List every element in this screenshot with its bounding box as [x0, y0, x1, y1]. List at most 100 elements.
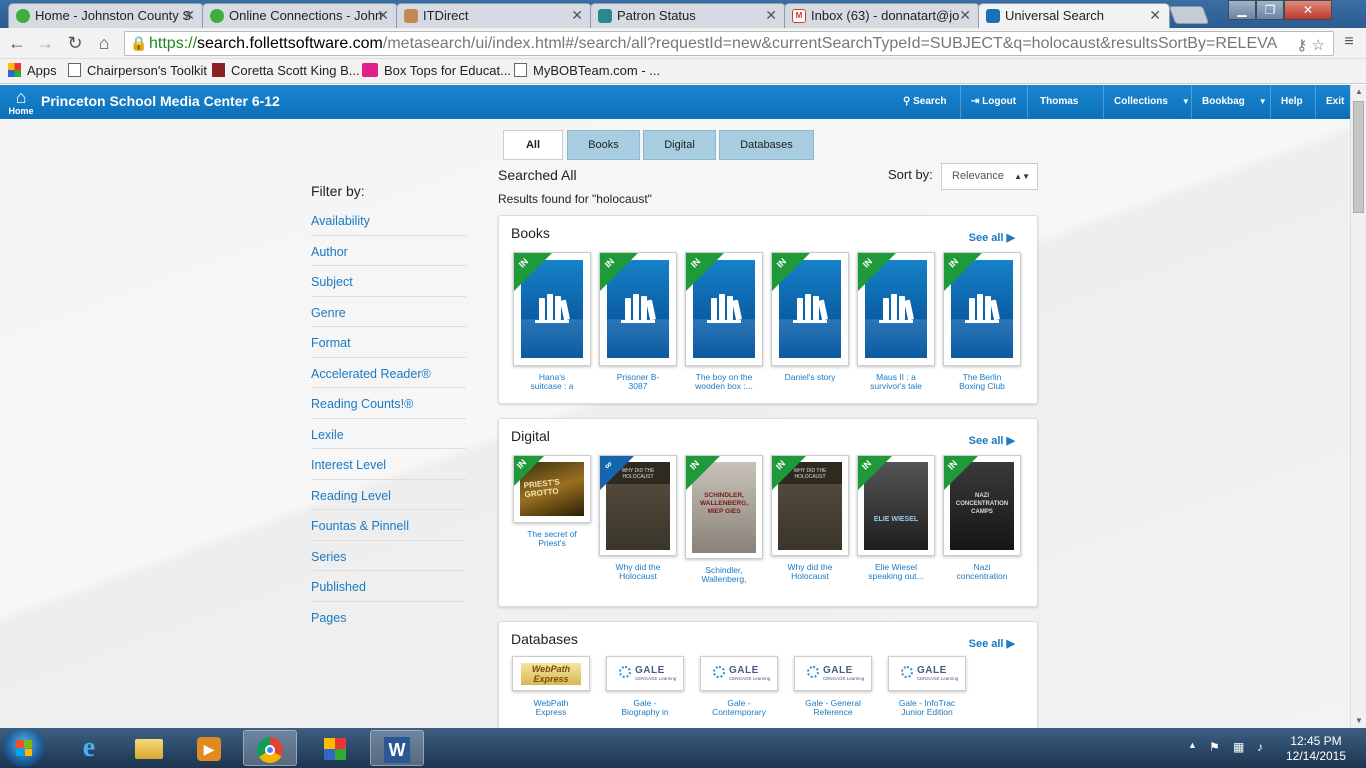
sort-select[interactable]: Relevance ▲▼ [941, 163, 1038, 190]
database-item[interactable]: WebPath Express WebPath Express [512, 656, 590, 717]
nav-collections[interactable]: Collections ▼ [1103, 85, 1200, 119]
filter-reading-counts[interactable]: Reading Counts!® [311, 388, 466, 419]
bookmark-chairperson[interactable]: Chairperson's Toolkit [68, 63, 207, 78]
nav-label: Help [1281, 96, 1303, 107]
minimize-button[interactable]: ▁ [1228, 0, 1256, 20]
book-item[interactable]: IN The Berlin Boxing Club [943, 252, 1021, 391]
start-button[interactable] [4, 729, 44, 767]
book-item[interactable]: IN The boy on the wooden box :... [685, 252, 763, 391]
browser-tab-itdirect[interactable]: ITDirect ✕ [396, 3, 592, 28]
chrome-icon[interactable] [243, 730, 297, 766]
book-item[interactable]: IN Prisoner B- 3087 [599, 252, 677, 391]
volume-icon[interactable]: ♪ [1257, 740, 1263, 754]
tab-databases[interactable]: Databases [719, 130, 814, 160]
database-item[interactable]: GALE CENGAGE Learning Gale - Biography in [606, 656, 684, 717]
tab-books[interactable]: Books [567, 130, 640, 160]
browser-tab-patron-status[interactable]: Patron Status ✕ [590, 3, 786, 28]
reload-icon[interactable]: ↻ [64, 33, 86, 54]
filter-subject[interactable]: Subject [311, 266, 466, 297]
close-icon[interactable]: ✕ [1149, 7, 1161, 24]
bookmark-coretta[interactable]: Coretta Scott King B... [212, 63, 360, 78]
new-tab-button[interactable] [1168, 6, 1210, 24]
browser-tab-inbox[interactable]: M Inbox (63) - donnatart@jo ✕ [784, 3, 980, 28]
apps-icon[interactable] [308, 730, 362, 766]
nav-logout[interactable]: ⇥ Logout [960, 85, 1026, 119]
nav-exit[interactable]: Exit [1315, 85, 1354, 119]
browser-tab-home-johnston[interactable]: Home - Johnston County S ✕ [8, 3, 204, 28]
results-for-label: Results found for "holocaust" [498, 192, 652, 206]
window-close-button[interactable]: ✕ [1284, 0, 1332, 20]
close-icon[interactable]: ✕ [959, 7, 971, 24]
star-icon[interactable]: ☆ [1312, 37, 1325, 54]
media-player-icon[interactable]: ▶ [182, 730, 236, 766]
show-hidden-icons[interactable]: ▲ [1188, 740, 1197, 750]
filter-fountas-pinnell[interactable]: Fountas & Pinnell [311, 510, 466, 541]
nav-search[interactable]: ⚲ Search [893, 85, 956, 119]
menu-icon[interactable]: ≡ [1338, 33, 1360, 51]
key-icon[interactable]: ⚷ [1296, 37, 1307, 54]
filter-pages[interactable]: Pages [311, 602, 466, 633]
flag-icon[interactable]: ⚑ [1209, 740, 1220, 754]
close-icon[interactable]: ✕ [377, 7, 389, 24]
home-icon[interactable]: ⌂ [93, 33, 115, 54]
book-item[interactable]: IN Maus II : a survivor's tale [857, 252, 935, 391]
panel-title: Digital [511, 428, 550, 444]
see-all-digital-link[interactable]: See all ▶ [969, 434, 1015, 447]
forward-icon[interactable]: → [34, 33, 56, 54]
digital-item[interactable]: ELIE WIESEL IN Elie Wiesel speaking out..… [857, 455, 935, 581]
tab-label: Home - Johnston County S [35, 8, 192, 23]
scroll-thumb[interactable] [1353, 101, 1364, 213]
ie-icon[interactable]: e [62, 730, 116, 766]
filter-genre[interactable]: Genre [311, 297, 466, 327]
books-icon [883, 290, 915, 321]
filter-series[interactable]: Series [311, 541, 466, 571]
clock[interactable]: 12:45 PM 12/14/2015 [1284, 734, 1348, 764]
database-item[interactable]: GALE CENGAGE Learning Gale - InfoTrac Juni… [888, 656, 966, 717]
nav-bookbag[interactable]: Bookbag ▼ [1191, 85, 1277, 119]
book-item[interactable]: IN Daniel's story [771, 252, 849, 382]
book-item[interactable]: IN Hana's suitcase : a [513, 252, 591, 391]
digital-item[interactable]: NAZI CONCENTRATION CAMPS IN Nazi concentr… [943, 455, 1021, 581]
close-icon[interactable]: ✕ [183, 7, 195, 24]
url-path: /metasearch/ui/index.html#/search/all?re… [382, 35, 1278, 52]
database-item[interactable]: GALE CENGAGE Learning Gale - General Refer… [794, 656, 872, 717]
home-button[interactable]: ⌂ Home [8, 88, 34, 116]
explorer-icon[interactable] [122, 730, 176, 766]
database-item[interactable]: GALE CENGAGE Learning Gale - Contemporary [700, 656, 778, 717]
see-all-databases-link[interactable]: See all ▶ [969, 637, 1015, 650]
browser-tab-universal-search[interactable]: Universal Search ✕ [978, 3, 1170, 28]
tab-digital[interactable]: Digital [643, 130, 716, 160]
nav-help[interactable]: Help [1270, 85, 1313, 119]
url-input[interactable]: 🔒 https://search.follettsoftware.com/met… [124, 31, 1334, 56]
close-icon[interactable]: ✕ [765, 7, 777, 24]
back-icon[interactable]: ← [6, 33, 28, 54]
bookmark-mybobteam[interactable]: MyBOBTeam.com - ... [514, 63, 660, 78]
digital-item[interactable]: WHY DID THE HOLOCAUST IN Why did the Holo… [771, 455, 849, 581]
filter-format[interactable]: Format [311, 327, 466, 358]
network-icon[interactable]: ▦ [1233, 740, 1244, 754]
browser-tab-online-connections[interactable]: Online Connections - John ✕ [202, 3, 398, 28]
digital-item[interactable]: WHY DID THE HOLOCAUST ∞ Why did the Holoc… [599, 455, 677, 581]
filter-lexile[interactable]: Lexile [311, 419, 466, 449]
filter-accelerated-reader[interactable]: Accelerated Reader® [311, 358, 466, 388]
scroll-down-icon[interactable]: ▼ [1351, 714, 1366, 728]
nav-user[interactable]: Thomas [1027, 85, 1090, 119]
filter-interest-level[interactable]: Interest Level [311, 449, 466, 480]
restore-button[interactable]: ❐ [1256, 0, 1284, 20]
scroll-up-icon[interactable]: ▲ [1351, 85, 1366, 99]
tab-all[interactable]: All [503, 130, 563, 160]
close-icon[interactable]: ✕ [571, 7, 583, 24]
filter-reading-level[interactable]: Reading Level [311, 480, 466, 510]
logo-subtext: CENGAGE Learning [823, 676, 865, 681]
bookmark-boxtops[interactable]: Box Tops for Educat... [362, 63, 511, 78]
filter-availability[interactable]: Availability [311, 205, 466, 236]
word-icon[interactable]: W [370, 730, 424, 766]
filter-published[interactable]: Published [311, 571, 466, 602]
tab-label: ITDirect [423, 8, 469, 23]
digital-item[interactable]: PRIEST'S GROTTO IN The secret of Priest's [513, 455, 591, 548]
page-scrollbar[interactable]: ▲ ▼ [1350, 85, 1366, 728]
filter-author[interactable]: Author [311, 236, 466, 266]
see-all-books-link[interactable]: See all ▶ [969, 231, 1015, 244]
bookmark-apps[interactable]: Apps [8, 63, 57, 78]
digital-item[interactable]: SCHINDLER, WALLENBERG, MIEP GIES IN Schi… [685, 455, 763, 584]
